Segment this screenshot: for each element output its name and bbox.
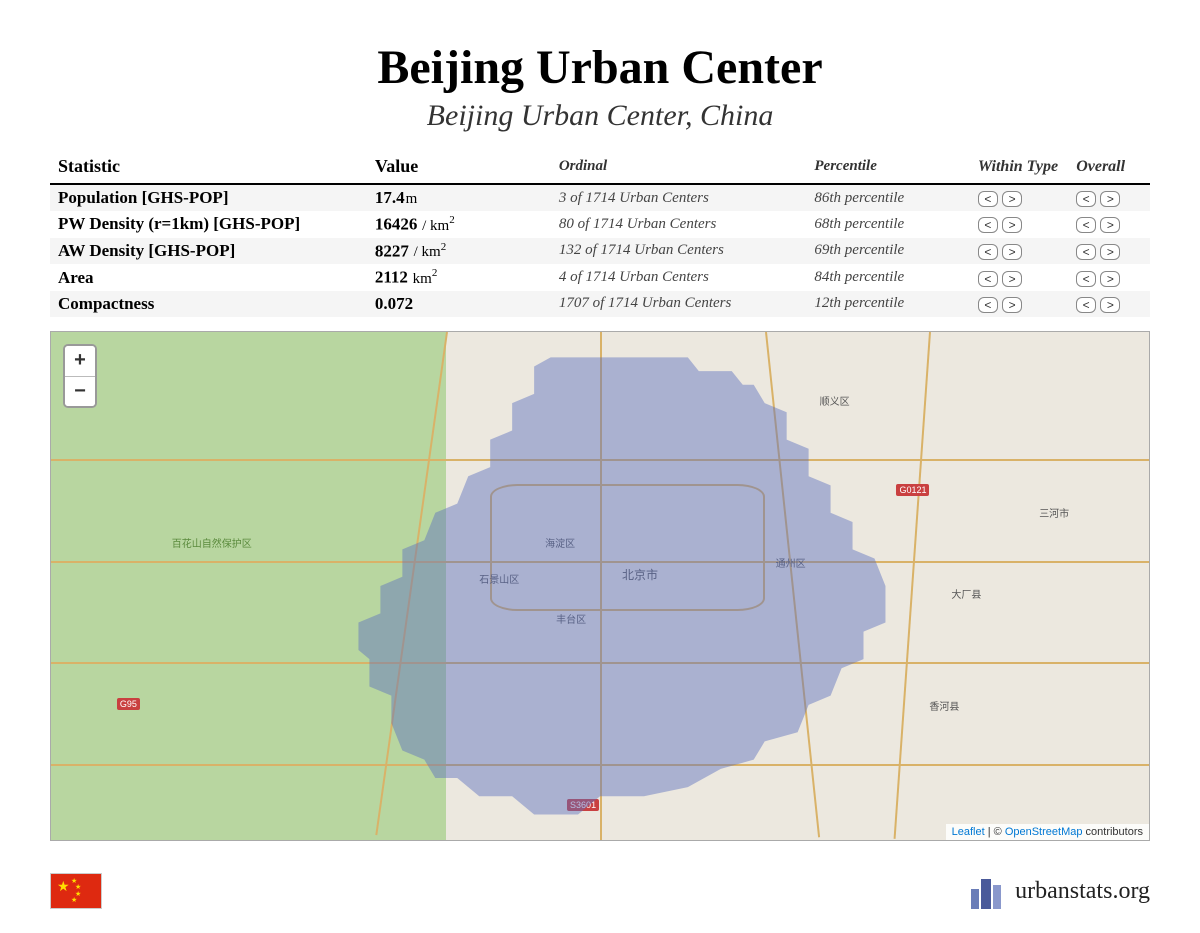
stat-percentile: 12th percentile <box>806 291 970 317</box>
prev-button[interactable]: < <box>1076 271 1096 287</box>
nav-overall: < > <box>1068 264 1150 291</box>
next-button[interactable]: > <box>1100 271 1120 287</box>
table-row: PW Density (r=1km) [GHS-POP]16426 / km28… <box>50 211 1150 238</box>
stat-value: 17.4m <box>367 184 551 211</box>
stat-name: PW Density (r=1km) [GHS-POP] <box>50 211 367 238</box>
map[interactable]: 百花山自然保护区 北京市 海淀区 丰台区 石景山区 通州区 顺义区 三河市 大厂… <box>50 331 1150 841</box>
stat-name: AW Density [GHS-POP] <box>50 238 367 265</box>
stat-name: Compactness <box>50 291 367 317</box>
table-row: Area2112 km24 of 1714 Urban Centers84th … <box>50 264 1150 291</box>
next-button[interactable]: > <box>1100 244 1120 260</box>
stat-value: 2112 km2 <box>367 264 551 291</box>
stat-name: Population [GHS-POP] <box>50 184 367 211</box>
prev-button[interactable]: < <box>1076 244 1096 260</box>
site-name: urbanstats.org <box>1015 878 1150 905</box>
col-header-ordinal: Ordinal <box>551 153 807 184</box>
col-header-statistic: Statistic <box>50 153 367 184</box>
next-button[interactable]: > <box>1002 271 1022 287</box>
prev-button[interactable]: < <box>978 297 998 313</box>
next-button[interactable]: > <box>1002 244 1022 260</box>
stat-ordinal: 1707 of 1714 Urban Centers <box>551 291 807 317</box>
osm-link[interactable]: OpenStreetMap <box>1005 826 1083 838</box>
nav-within-type: < > <box>970 184 1068 211</box>
leaflet-link[interactable]: Leaflet <box>952 826 985 838</box>
stat-value: 8227 / km2 <box>367 238 551 265</box>
country-flag-icon: ★ ★ ★ ★ ★ <box>50 873 102 909</box>
prev-button[interactable]: < <box>978 271 998 287</box>
stat-ordinal: 80 of 1714 Urban Centers <box>551 211 807 238</box>
col-header-overall: Overall <box>1068 153 1150 184</box>
zoom-in-button[interactable]: + <box>65 346 95 376</box>
zoom-control: + − <box>63 344 97 408</box>
page-subtitle: Beijing Urban Center, China <box>50 99 1150 133</box>
stat-ordinal: 132 of 1714 Urban Centers <box>551 238 807 265</box>
nav-within-type: < > <box>970 238 1068 265</box>
stat-name: Area <box>50 264 367 291</box>
next-button[interactable]: > <box>1100 217 1120 233</box>
next-button[interactable]: > <box>1100 191 1120 207</box>
page-footer: ★ ★ ★ ★ ★ urbanstats.org <box>50 871 1150 911</box>
stat-ordinal: 4 of 1714 Urban Centers <box>551 264 807 291</box>
stat-percentile: 68th percentile <box>806 211 970 238</box>
next-button[interactable]: > <box>1100 297 1120 313</box>
next-button[interactable]: > <box>1002 297 1022 313</box>
prev-button[interactable]: < <box>1076 191 1096 207</box>
stat-value: 16426 / km2 <box>367 211 551 238</box>
nav-overall: < > <box>1068 211 1150 238</box>
nav-within-type: < > <box>970 211 1068 238</box>
nav-within-type: < > <box>970 291 1068 317</box>
prev-button[interactable]: < <box>1076 297 1096 313</box>
table-row: Population [GHS-POP]17.4m3 of 1714 Urban… <box>50 184 1150 211</box>
page-header: Beijing Urban Center Beijing Urban Cente… <box>50 40 1150 133</box>
nav-within-type: < > <box>970 264 1068 291</box>
stat-ordinal: 3 of 1714 Urban Centers <box>551 184 807 211</box>
table-row: Compactness0.0721707 of 1714 Urban Cente… <box>50 291 1150 317</box>
site-brand[interactable]: urbanstats.org <box>965 871 1150 911</box>
page-title: Beijing Urban Center <box>50 40 1150 95</box>
prev-button[interactable]: < <box>978 217 998 233</box>
nav-overall: < > <box>1068 184 1150 211</box>
map-attribution: Leaflet | © OpenStreetMap contributors <box>946 824 1149 840</box>
col-header-within: Within Type <box>970 153 1068 184</box>
col-header-percentile: Percentile <box>806 153 970 184</box>
next-button[interactable]: > <box>1002 217 1022 233</box>
zoom-out-button[interactable]: − <box>65 376 95 406</box>
brand-logo-icon <box>965 871 1005 911</box>
stats-table: Statistic Value Ordinal Percentile Withi… <box>50 153 1150 317</box>
table-row: AW Density [GHS-POP]8227 / km2132 of 171… <box>50 238 1150 265</box>
col-header-value: Value <box>367 153 551 184</box>
stat-value: 0.072 <box>367 291 551 317</box>
nav-overall: < > <box>1068 238 1150 265</box>
prev-button[interactable]: < <box>1076 217 1096 233</box>
prev-button[interactable]: < <box>978 244 998 260</box>
prev-button[interactable]: < <box>978 191 998 207</box>
stat-percentile: 69th percentile <box>806 238 970 265</box>
next-button[interactable]: > <box>1002 191 1022 207</box>
nav-overall: < > <box>1068 291 1150 317</box>
stat-percentile: 84th percentile <box>806 264 970 291</box>
stat-percentile: 86th percentile <box>806 184 970 211</box>
